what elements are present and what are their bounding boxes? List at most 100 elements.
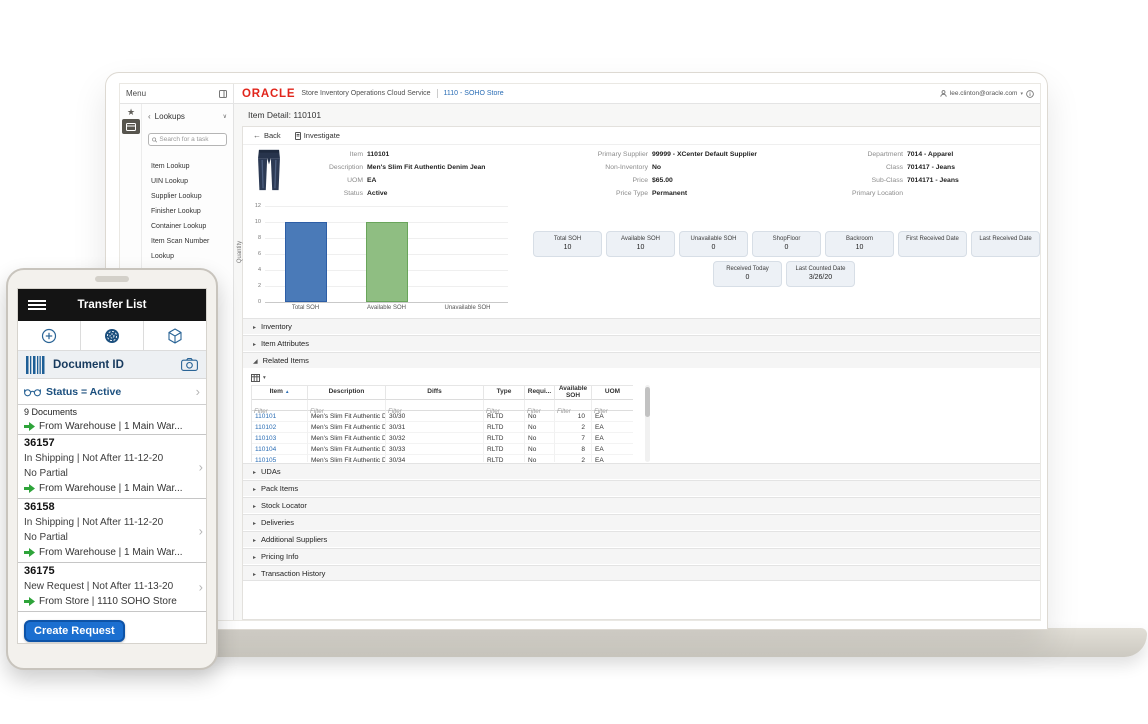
col-header-available-soh[interactable]: Available SOH [555,386,592,400]
description-value: Men's Slim Fit Authentic Denim Jean [367,164,485,171]
rfid-scan-button[interactable] [81,321,144,350]
col-header-description[interactable]: Description [308,386,386,400]
col-header-diffs[interactable]: Diffs [386,386,484,400]
chevron-right-icon: › [199,523,203,538]
list-item-partial-from[interactable]: From Warehouse | 1 Main War... [18,419,206,435]
sidebar-item-supplier-lookup[interactable]: Supplier Lookup [142,189,233,204]
chevron-right-icon: ▸ [253,487,256,493]
table-scrollbar[interactable] [645,385,650,462]
table-toolbar: ▾ [251,371,266,384]
col-header-type[interactable]: Type [484,386,525,400]
user-email[interactable]: lee.clinton@oracle.com [950,90,1018,97]
filter-cell-required[interactable] [525,400,555,411]
stat-cards-row-2: Received Today0 Last Counted Date3/26/20 [713,261,855,287]
accordion-additional-suppliers[interactable]: ▸Additional Suppliers [243,531,1041,547]
filter-cell-type[interactable] [484,400,525,411]
accordion-item-attributes[interactable]: ▸Item Attributes [243,335,1041,351]
create-request-button[interactable]: Create Request [24,620,125,642]
accordion-inventory[interactable]: ▸Inventory [243,318,1041,334]
filter-cell-available-soh[interactable] [555,400,592,411]
back-arrow-icon: ← [253,131,261,140]
document-id-scan-row[interactable]: Document ID [18,351,206,379]
investigate-icon [295,132,301,140]
chevron-right-icon: › [199,459,203,474]
document-count: 9 Documents [18,405,206,419]
plus-circle-icon [41,328,57,344]
uom-value: EA [367,177,376,184]
sidebar-item-item-scan-number-lookup[interactable]: Item Scan Number Lookup [142,234,233,249]
back-button[interactable]: ← Back [253,131,281,140]
summary-column-3: Department7014 - Apparel Class701417 - J… [799,145,1039,200]
document-partial: No Partial [24,466,192,481]
tasks-tile-icon[interactable] [122,119,140,134]
col-header-required[interactable]: Requi... [525,386,555,400]
chevron-down-icon[interactable]: ∨ [223,113,227,120]
filter-cell-uom[interactable] [592,400,633,411]
add-document-button[interactable] [18,321,81,350]
non-inventory-value: No [652,164,661,171]
table-grid-icon[interactable] [251,374,260,382]
green-arrow-icon [24,597,35,606]
task-search-box[interactable] [148,133,227,146]
accordion-related-items[interactable]: ◢Related Items [243,352,1041,368]
summary-column-2: Primary Supplier99999 - XCenter Default … [543,145,803,200]
document-row-36157[interactable]: 36157 In Shipping | Not After 11-12-20 N… [18,435,206,499]
info-icon[interactable] [1026,90,1034,98]
item-link[interactable]: 110103 [252,433,308,444]
main-area: Item Detail: 110101 ← Back Investigate [234,104,1041,621]
document-row-36158[interactable]: 36158 In Shipping | Not After 11-12-20 N… [18,499,206,563]
accordion-stock-locator[interactable]: ▸Stock Locator [243,497,1041,513]
laptop-base [85,628,1147,657]
package-button[interactable] [144,321,206,350]
price-value: $65.00 [652,177,673,184]
document-row-36175[interactable]: 36175 New Request | Not After 11-13-20 F… [18,563,206,612]
user-area: lee.clinton@oracle.com ▾ [940,90,1041,98]
document-from: From Warehouse | 1 Main War... [39,481,183,496]
store-link[interactable]: 1110 - SOHO Store [444,90,504,97]
accordion-transaction-history[interactable]: ▸Transaction History [243,565,1041,581]
chevron-down-icon[interactable]: ▾ [263,375,266,381]
chevron-left-icon[interactable]: ‹ [148,112,151,121]
document-id: 36158 [24,500,192,515]
chart-x-labels: Total SOH Available SOH Unavailable SOH [265,305,508,311]
favorites-star-icon[interactable]: ★ [120,107,142,118]
accordion-pricing-info[interactable]: ▸Pricing Info [243,548,1041,564]
sidebar-item-container-lookup[interactable]: Container Lookup [142,219,233,234]
chevron-right-icon: ▸ [253,504,256,510]
phone-screen: Transfer List Document ID [17,288,207,644]
accordion-pack-items[interactable]: ▸Pack Items [243,480,1041,496]
filter-cell-item[interactable] [252,400,308,411]
camera-icon[interactable] [181,358,198,371]
sidebar-item-finisher-lookup[interactable]: Finisher Lookup [142,204,233,219]
pin-panel-icon[interactable] [219,90,227,98]
hamburger-menu-icon[interactable] [28,298,46,312]
filter-cell-description[interactable] [308,400,386,411]
item-link[interactable]: 110102 [252,422,308,433]
lookups-panel-header[interactable]: ‹ Lookups ∨ [142,106,233,126]
col-header-item[interactable]: Item▲ [252,386,308,400]
filter-cell-diffs[interactable] [386,400,484,411]
status-filter-row[interactable]: Status = Active › [18,379,206,405]
investigate-button[interactable]: Investigate [295,131,340,140]
col-header-uom[interactable]: UOM [592,386,633,400]
scrollbar-thumb[interactable] [645,387,650,417]
app-title: Store Inventory Operations Cloud Service [301,90,430,97]
item-link[interactable]: 110105 [252,455,308,462]
document-from: From Warehouse | 1 Main War... [39,545,183,560]
sub-class-value: 7014171 - Jeans [907,177,959,184]
divider [437,89,438,98]
sidebar-item-item-lookup[interactable]: Item Lookup [142,159,233,174]
sidebar-item-uin-lookup[interactable]: UIN Lookup [142,174,233,189]
accordion-deliveries[interactable]: ▸Deliveries [243,514,1041,530]
stat-total-soh: Total SOH10 [533,231,602,257]
glasses-icon [24,387,41,397]
primary-supplier-value: 99999 - XCenter Default Supplier [652,151,757,158]
stat-last-counted-date: Last Counted Date3/26/20 [786,261,855,287]
accordion-udas[interactable]: ▸UDAs [243,463,1041,479]
price-type-value: Permanent [652,190,687,197]
chevron-down-icon[interactable]: ▾ [1020,91,1023,97]
search-input[interactable] [159,136,223,143]
stat-shopfloor: ShopFloor0 [752,231,821,257]
item-link[interactable]: 110101 [252,411,308,422]
item-link[interactable]: 110104 [252,444,308,455]
